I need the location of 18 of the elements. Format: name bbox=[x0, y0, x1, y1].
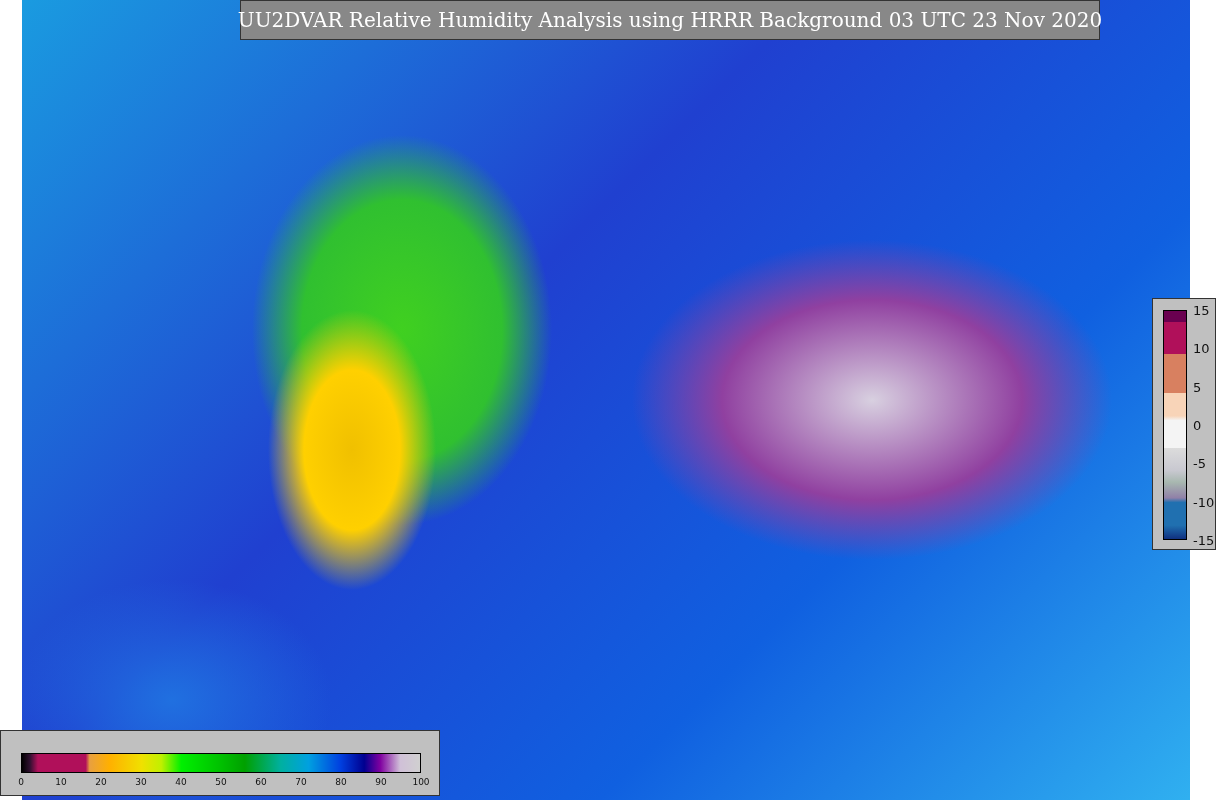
colorbar-tick-label: 15 bbox=[1193, 302, 1210, 318]
colorbar-tick-label: 20 bbox=[95, 777, 107, 787]
colorbar-tick-label: 10 bbox=[1193, 340, 1210, 356]
colorbar-tick-label: 0 bbox=[18, 777, 24, 787]
colorbar-tick-label: 0 bbox=[1193, 417, 1202, 433]
colorbar-tick-label: 90 bbox=[375, 777, 387, 787]
colorbar-tick-label: 60 bbox=[255, 777, 267, 787]
colorbar-tick-label: 10 bbox=[55, 777, 67, 787]
colorbar-tick-label: 70 bbox=[295, 777, 307, 787]
colorbar-tick-label: 5 bbox=[1193, 379, 1202, 395]
colorbar-tick-label: 100 bbox=[412, 777, 430, 787]
colorbar-tick-label: 40 bbox=[175, 777, 187, 787]
colorbar-tick-label: -15 bbox=[1193, 532, 1215, 548]
colorbar-tick-label: -10 bbox=[1193, 494, 1215, 510]
colorbar-tick-label: 50 bbox=[215, 777, 227, 787]
colorbar-tick-label: 30 bbox=[135, 777, 147, 787]
colorbar-tick-label: -5 bbox=[1193, 455, 1206, 471]
colorbar-tick-label: 80 bbox=[335, 777, 347, 787]
